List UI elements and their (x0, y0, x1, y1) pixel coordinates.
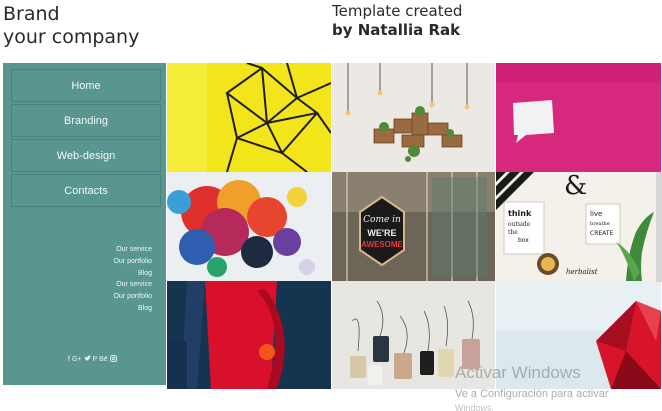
colorful-ink-splash-image[interactable] (167, 172, 331, 281)
template-credit: Template created by Natallia Rak (332, 2, 462, 40)
nav-web-design[interactable]: Web-design (11, 139, 161, 172)
sign-come-in: Come in (363, 215, 401, 225)
activate-windows-text-2: Windows. (455, 403, 495, 411)
geometric-wire-on-yellow-image[interactable] (167, 63, 331, 172)
activate-windows-title: Activar Windows (455, 363, 581, 382)
typo-outside: outside (508, 221, 531, 228)
scrollbar[interactable] (656, 172, 662, 282)
link-our-service[interactable]: Our service (113, 244, 152, 256)
social-icons: f G+ P Bē (68, 355, 117, 365)
sign-awesome: AWESOME (361, 240, 403, 249)
typography-desk-image[interactable]: & think outside the box live breathe CRE… (496, 172, 656, 281)
instagram-icon[interactable] (109, 355, 117, 365)
typo-herbalist: herbalist (566, 268, 598, 276)
credit-line-2: by Natallia Rak (332, 21, 461, 39)
link-blog[interactable]: Blog (113, 268, 152, 280)
nav-home[interactable]: Home (11, 69, 161, 102)
red-abstract-painting-image[interactable] (167, 281, 331, 389)
brand-line-2: your company (3, 26, 140, 48)
nav-branding[interactable]: Branding (11, 104, 161, 137)
brand-logo-text[interactable]: Brand your company (3, 3, 139, 49)
sidebar: Home Branding Web-design Contacts Our se… (3, 63, 166, 385)
nav-contacts[interactable]: Contacts (11, 174, 161, 207)
sign-were: WE'RE (367, 228, 396, 238)
brand-line-1: Brand (3, 3, 60, 25)
speech-bubble-on-pink-image[interactable] (496, 63, 661, 172)
typo-live: live (590, 210, 602, 218)
typo-create: CREATE (590, 230, 613, 237)
footer-links: Our service Our portfolio Blog Our servi… (113, 244, 152, 315)
link-blog-2[interactable]: Blog (113, 303, 152, 315)
twitter-icon[interactable] (84, 355, 91, 365)
typo-box: box (518, 237, 529, 244)
link-our-service-2[interactable]: Our service (113, 279, 152, 291)
link-our-portfolio[interactable]: Our portfolio (113, 256, 152, 268)
activate-windows-text: Ve a Configuración para activar (455, 388, 609, 400)
hanging-shelves-plants-image[interactable] (332, 63, 495, 172)
credit-line-1: Template created (332, 2, 463, 20)
come-in-awesome-sign-image[interactable]: Come in WE'RE AWESOME (332, 172, 495, 281)
typo-breathe: breathe (590, 221, 610, 227)
typo-ampersand: & (564, 172, 587, 201)
behance-icon[interactable]: Bē (99, 356, 108, 364)
pinterest-icon[interactable]: P (93, 356, 98, 364)
typo-think: think (508, 209, 532, 218)
typo-the: the (508, 229, 518, 236)
google-plus-icon[interactable]: G+ (72, 356, 82, 364)
facebook-icon[interactable]: f (68, 356, 70, 364)
link-our-portfolio-2[interactable]: Our portfolio (113, 291, 152, 303)
